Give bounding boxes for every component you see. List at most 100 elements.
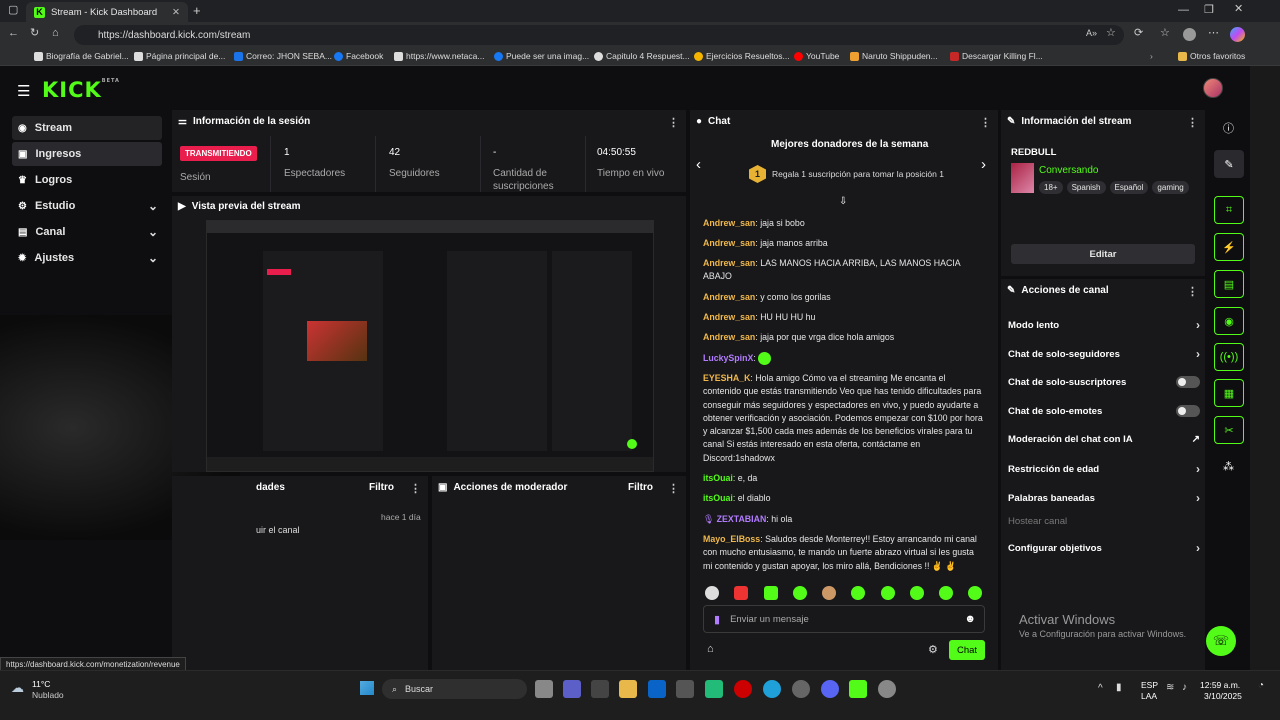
app-icon[interactable] xyxy=(591,680,609,698)
lightning-icon[interactable]: ⚡ xyxy=(1214,233,1244,261)
action-age-restriction[interactable]: Restricción de edad › xyxy=(1008,462,1200,476)
pinned-down-icon[interactable]: ⇩ xyxy=(839,196,847,207)
new-tab-icon[interactable]: + xyxy=(193,4,201,17)
sidebar-item-canal[interactable]: ▤ Canal ⌄ xyxy=(12,220,162,244)
reload-icon[interactable]: ↻ xyxy=(30,28,39,39)
emote-icon[interactable] xyxy=(939,586,953,600)
profile-icon[interactable] xyxy=(1183,28,1196,41)
bookmark-item[interactable]: https://www.netaca... xyxy=(394,51,484,61)
emote-icon[interactable] xyxy=(851,586,865,600)
sidebar-item-ingresos[interactable]: ▣ Ingresos xyxy=(12,142,162,166)
action-ai-moderation[interactable]: Moderación del chat con IA ↗ xyxy=(1008,434,1200,445)
layout-icon[interactable]: ▦ xyxy=(1214,379,1244,407)
copilot-icon[interactable] xyxy=(1230,27,1245,42)
notification-icon[interactable]: ◔ xyxy=(1258,680,1264,691)
teams-icon[interactable] xyxy=(563,680,581,698)
back-icon[interactable]: ← xyxy=(8,28,19,39)
sidebar-item-stream[interactable]: ◉ Stream xyxy=(12,116,162,140)
emote-icon[interactable] xyxy=(764,586,778,600)
send-chat-button[interactable]: Chat xyxy=(949,640,985,660)
close-tab-icon[interactable]: ✕ xyxy=(172,7,180,18)
extensions-icon[interactable]: ⟳ xyxy=(1134,28,1143,39)
document-icon[interactable]: ▤ xyxy=(1214,270,1244,298)
donors-prev-icon[interactable]: ‹ xyxy=(696,156,701,173)
windows-start-icon[interactable] xyxy=(360,681,374,695)
volume-icon[interactable]: ♪ xyxy=(1182,682,1187,693)
action-configure-goals[interactable]: Configurar objetivos › xyxy=(1008,541,1200,555)
home-icon[interactable]: ⌂ xyxy=(52,28,59,39)
hamburger-menu-icon[interactable]: ☰ xyxy=(17,82,30,100)
clock-time[interactable]: 12:59 a.m. xyxy=(1200,680,1240,690)
bookmark-item[interactable]: Ejercicios Resueltos... xyxy=(694,51,790,61)
activity-menu-icon[interactable]: ⋮ xyxy=(410,482,421,495)
minimize-icon[interactable]: — xyxy=(1178,5,1189,16)
emote-icon[interactable] xyxy=(968,586,982,600)
weather-temp[interactable]: 11°C xyxy=(32,679,50,689)
more-icon[interactable]: ⋯ xyxy=(1208,28,1219,39)
bookmark-item[interactable]: Descargar Killing Fl... xyxy=(950,51,1043,61)
donors-next-icon[interactable]: › xyxy=(981,156,986,173)
emoji-icon[interactable]: ☻ xyxy=(964,613,976,625)
window-menu-icon[interactable]: ▢ xyxy=(8,5,18,16)
tray-chevron-icon[interactable]: ^ xyxy=(1098,683,1103,694)
task-view-icon[interactable] xyxy=(535,680,553,698)
action-slow-mode[interactable]: Modo lento › xyxy=(1008,318,1200,332)
maximize-icon[interactable]: ❐ xyxy=(1204,5,1214,16)
bookmark-item[interactable]: Capitulo 4 Respuest... xyxy=(594,51,690,61)
app-icon[interactable] xyxy=(705,680,723,698)
close-window-icon[interactable]: ✕ xyxy=(1234,4,1243,15)
chat-popout-icon[interactable]: ◉ xyxy=(1214,307,1244,335)
emote-icon[interactable] xyxy=(734,586,748,600)
action-banned-words[interactable]: Palabras baneadas › xyxy=(1008,491,1200,505)
bookmarks-overflow-icon[interactable]: › xyxy=(1150,51,1153,61)
edge-icon[interactable] xyxy=(763,680,781,698)
wifi-icon[interactable]: ≋ xyxy=(1166,682,1174,693)
tray-mic-icon[interactable]: ▮ xyxy=(1116,682,1122,693)
taskbar-search[interactable]: ⌕ Buscar xyxy=(382,679,527,699)
sidebar-item-ajustes[interactable]: ✹ Ajustes ⌄ xyxy=(12,246,162,270)
store-icon[interactable] xyxy=(676,680,694,698)
kick-app-icon[interactable] xyxy=(849,680,867,698)
read-aloud-icon[interactable]: A» xyxy=(1086,29,1097,38)
outlook-icon[interactable] xyxy=(648,680,666,698)
bookmark-item[interactable]: YouTube xyxy=(794,51,839,61)
bookmark-item[interactable]: Biografía de Gabriel... xyxy=(34,51,129,61)
url-field[interactable]: https://dashboard.kick.com/stream xyxy=(74,25,1124,45)
chat-menu-icon[interactable]: ⋮ xyxy=(980,116,991,129)
other-favorites[interactable]: Otros favoritos xyxy=(1178,51,1245,61)
chat-input[interactable]: ▮ Enviar un mensaje ☻ xyxy=(703,605,985,633)
emote-icon[interactable] xyxy=(910,586,924,600)
action-followers-only[interactable]: Chat de solo-seguidores › xyxy=(1008,347,1200,361)
edit-icon[interactable]: ✎ xyxy=(1214,150,1244,178)
emotes-only-toggle[interactable] xyxy=(1176,405,1200,417)
favorite-star-icon[interactable]: ☆ xyxy=(1106,28,1116,39)
tools-icon[interactable]: ✂ xyxy=(1214,416,1244,444)
favorites-icon[interactable]: ☆ xyxy=(1160,28,1170,39)
session-menu-icon[interactable]: ⋮ xyxy=(668,116,679,129)
stream-preview-video[interactable] xyxy=(206,220,654,472)
user-avatar[interactable] xyxy=(1203,78,1223,98)
bookmark-item[interactable]: Puede ser una imag... xyxy=(494,51,589,61)
broadcast-icon[interactable]: ((•)) xyxy=(1214,343,1244,371)
stream-info-menu-icon[interactable]: ⋮ xyxy=(1187,116,1198,129)
activity-filter-button[interactable]: Filtro xyxy=(369,482,394,493)
subs-only-toggle[interactable] xyxy=(1176,376,1200,388)
clip-icon[interactable]: ⌗ xyxy=(1214,196,1244,224)
edit-stream-button[interactable]: Editar xyxy=(1011,244,1195,264)
sidebar-item-estudio[interactable]: ⚙ Estudio ⌄ xyxy=(12,194,162,218)
mod-filter-button[interactable]: Filtro xyxy=(628,482,653,493)
browser-tab[interactable]: K Stream - Kick Dashboard ✕ xyxy=(26,2,188,22)
bookmark-item[interactable]: Facebook xyxy=(334,51,383,61)
channel-actions-menu-icon[interactable]: ⋮ xyxy=(1187,285,1198,298)
more-tools-icon[interactable]: ⁂ xyxy=(1223,460,1234,473)
kick-logo[interactable]: KICKBETA xyxy=(42,78,120,102)
action-emotes-only[interactable]: Chat de solo-emotes xyxy=(1008,405,1200,417)
app-icon[interactable] xyxy=(792,680,810,698)
emote-icon[interactable] xyxy=(793,586,807,600)
language-code[interactable]: ESP xyxy=(1141,680,1158,690)
mod-menu-icon[interactable]: ⋮ xyxy=(668,482,679,495)
emote-icon[interactable] xyxy=(822,586,836,600)
opera-icon[interactable] xyxy=(734,680,752,698)
discord-icon[interactable] xyxy=(821,680,839,698)
bookmark-item[interactable]: Naruto Shippuden... xyxy=(850,51,938,61)
